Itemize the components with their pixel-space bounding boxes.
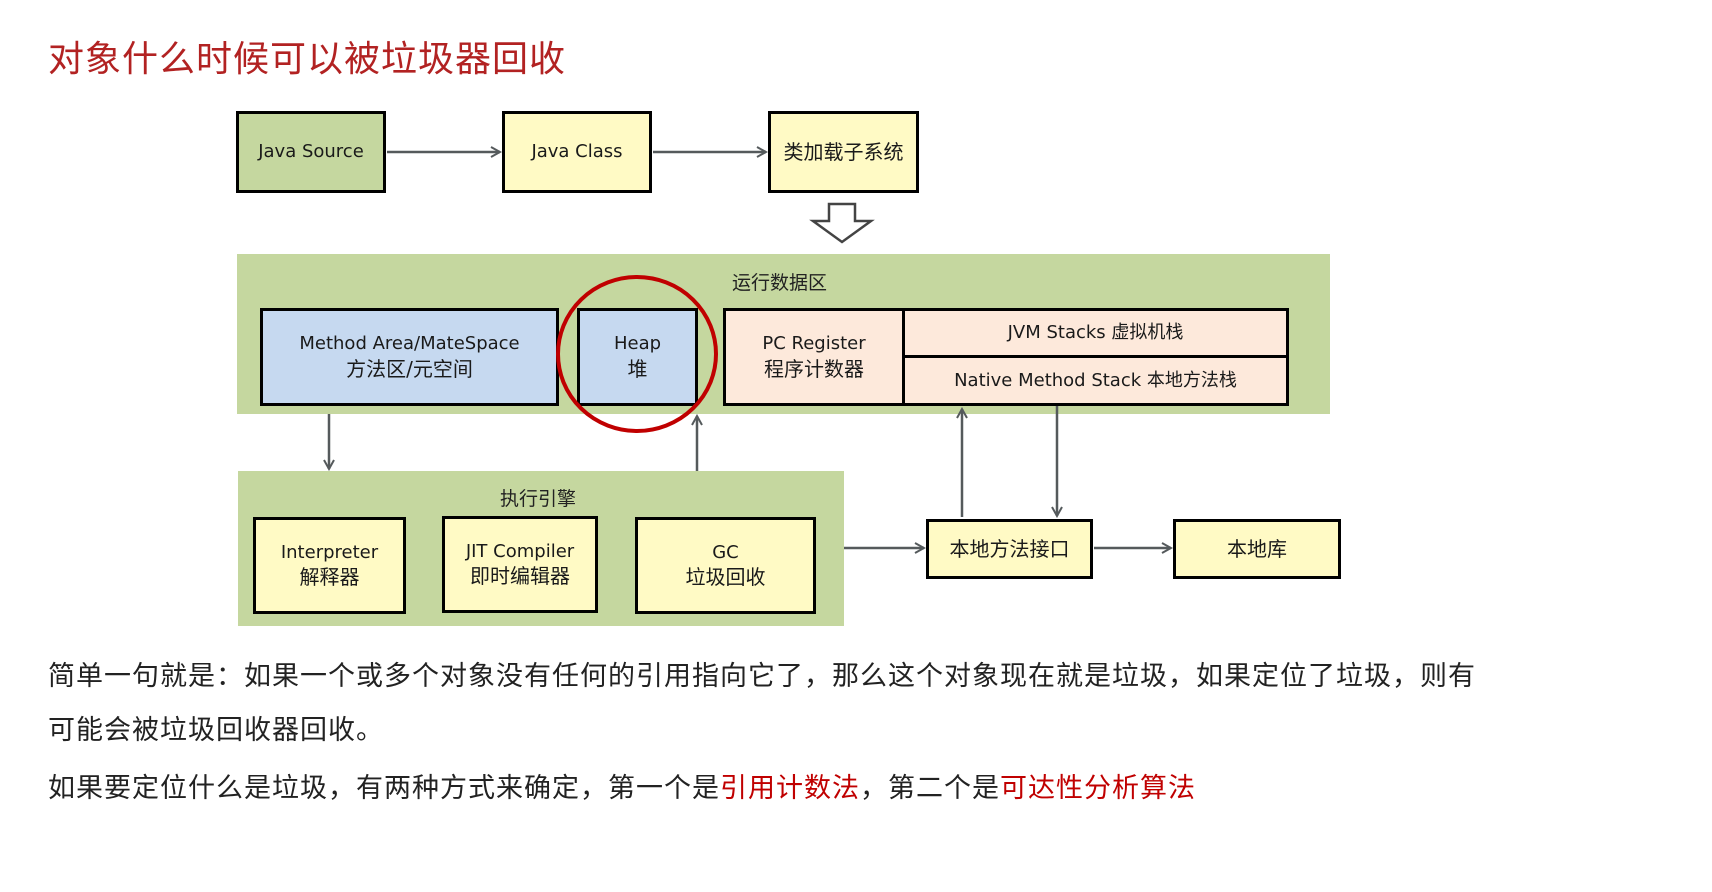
connectors xyxy=(0,0,1712,892)
paragraph-2-middle: ，第二个是 xyxy=(860,773,1000,804)
heap-highlight-circle xyxy=(556,275,718,433)
reference-counting-term: 引用计数法 xyxy=(720,773,860,804)
down-arrow-icon xyxy=(809,202,875,244)
paragraph-2: 如果要定位什么是垃圾，有两种方式来确定，第一个是引用计数法，第二个是可达性分析算… xyxy=(48,766,1196,805)
paragraph-2-prefix: 如果要定位什么是垃圾，有两种方式来确定，第一个是 xyxy=(48,773,720,804)
paragraph-1-line-2: 可能会被垃圾回收器回收。 xyxy=(48,715,384,746)
paragraph-1-line-1: 简单一句就是：如果一个或多个对象没有任何的引用指向它了，那么这个对象现在就是垃圾… xyxy=(48,661,1476,692)
reachability-analysis-term: 可达性分析算法 xyxy=(1000,773,1196,804)
